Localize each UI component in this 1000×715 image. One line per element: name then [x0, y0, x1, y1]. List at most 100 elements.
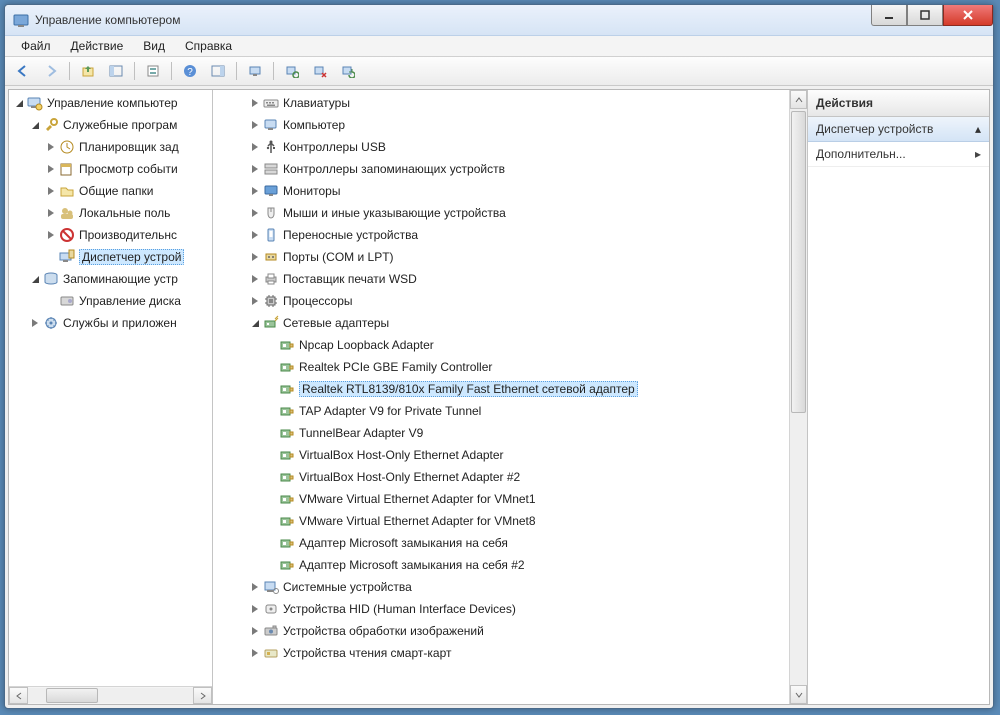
device-category[interactable]: Процессоры [213, 290, 789, 312]
tree-item[interactable]: Диспетчер устрой [9, 246, 212, 268]
expander-open-icon[interactable] [29, 119, 41, 131]
scroll-down-button[interactable] [790, 685, 807, 704]
device-item[interactable]: TAP Adapter V9 for Private Tunnel [213, 400, 789, 422]
menu-file[interactable]: Файл [11, 36, 61, 56]
scroll-left-button[interactable] [9, 687, 28, 704]
device-category[interactable]: Устройства обработки изображений [213, 620, 789, 642]
expander-closed-icon[interactable] [45, 163, 57, 175]
scroll-right-button[interactable] [193, 687, 212, 704]
tree-group-tools[interactable]: Служебные програм [9, 114, 212, 136]
vertical-scrollbar[interactable] [789, 90, 807, 704]
tree-item[interactable]: Управление диска [9, 290, 212, 312]
expander-closed-icon[interactable] [249, 185, 261, 197]
device-category[interactable]: Компьютер [213, 114, 789, 136]
expander-closed-icon[interactable] [249, 207, 261, 219]
expander-closed-icon[interactable] [45, 207, 57, 219]
tree-item[interactable]: Локальные поль [9, 202, 212, 224]
uninstall-device-button[interactable] [307, 59, 333, 83]
tree-item[interactable]: Планировщик зад [9, 136, 212, 158]
device-category[interactable]: Поставщик печати WSD [213, 268, 789, 290]
tree-item[interactable]: Общие папки [9, 180, 212, 202]
expander-closed-icon[interactable] [249, 273, 261, 285]
device-item[interactable]: Npcap Loopback Adapter [213, 334, 789, 356]
menu-view[interactable]: Вид [133, 36, 175, 56]
device-category[interactable]: Устройства чтения смарт-карт [213, 642, 789, 664]
expander-closed-icon[interactable] [249, 229, 261, 241]
device-category[interactable]: Устройства HID (Human Interface Devices) [213, 598, 789, 620]
users-icon [59, 205, 75, 221]
scroll-thumb[interactable] [791, 111, 806, 413]
nav-back-button[interactable] [10, 59, 36, 83]
tree-group-services[interactable]: Службы и приложен [9, 312, 212, 334]
actions-section[interactable]: Диспетчер устройств ▴ [808, 117, 989, 142]
actions-more-link[interactable]: Дополнительн... ▸ [808, 142, 989, 167]
expander-closed-icon[interactable] [249, 119, 261, 131]
expander-closed-icon[interactable] [45, 229, 57, 241]
nic-icon [279, 359, 295, 375]
tree-item[interactable]: Производительнс [9, 224, 212, 246]
expander-none [265, 383, 277, 395]
nic-icon [279, 381, 295, 397]
device-item[interactable]: Realtek RTL8139/810x Family Fast Etherne… [213, 378, 789, 400]
expander-open-icon[interactable] [249, 317, 261, 329]
device-category[interactable]: Порты (COM и LPT) [213, 246, 789, 268]
expander-closed-icon[interactable] [249, 141, 261, 153]
expander-open-icon[interactable] [13, 97, 25, 109]
device-tree[interactable]: Клавиатуры Компьютер Контроллеры USB Кон… [213, 90, 789, 704]
device-item[interactable]: VirtualBox Host-Only Ethernet Adapter [213, 444, 789, 466]
horizontal-scrollbar[interactable] [9, 686, 212, 704]
expander-closed-icon[interactable] [249, 581, 261, 593]
device-category[interactable]: Контроллеры запоминающих устройств [213, 158, 789, 180]
nav-forward-button[interactable] [38, 59, 64, 83]
scroll-track[interactable] [790, 109, 807, 685]
expander-closed-icon[interactable] [249, 251, 261, 263]
menu-action[interactable]: Действие [61, 36, 134, 56]
expander-closed-icon[interactable] [249, 163, 261, 175]
properties-button[interactable] [140, 59, 166, 83]
maximize-button[interactable] [907, 5, 943, 26]
expander-closed-icon[interactable] [249, 97, 261, 109]
scroll-up-button[interactable] [790, 90, 807, 109]
device-category[interactable]: Системные устройства [213, 576, 789, 598]
expander-closed-icon[interactable] [249, 625, 261, 637]
device-item-label: Realtek RTL8139/810x Family Fast Etherne… [299, 381, 638, 397]
up-level-button[interactable] [75, 59, 101, 83]
action-pane-button[interactable] [205, 59, 231, 83]
tree-group-storage[interactable]: Запоминающие устр [9, 268, 212, 290]
update-driver-button[interactable] [335, 59, 361, 83]
device-category[interactable]: Контроллеры USB [213, 136, 789, 158]
expander-closed-icon[interactable] [249, 295, 261, 307]
device-category[interactable]: Клавиатуры [213, 92, 789, 114]
device-category[interactable]: Переносные устройства [213, 224, 789, 246]
tree-item[interactable]: Просмотр событи [9, 158, 212, 180]
scroll-thumb[interactable] [46, 688, 98, 703]
toolbar: ? [5, 57, 993, 86]
scroll-track[interactable] [28, 688, 193, 703]
menu-help[interactable]: Справка [175, 36, 242, 56]
help-button[interactable]: ? [177, 59, 203, 83]
device-item[interactable]: Адаптер Microsoft замыкания на себя #2 [213, 554, 789, 576]
expander-closed-icon[interactable] [45, 141, 57, 153]
scan-hardware-button[interactable] [279, 59, 305, 83]
minimize-button[interactable] [871, 5, 907, 26]
title-bar[interactable]: Управление компьютером [5, 5, 993, 36]
device-item[interactable]: VMware Virtual Ethernet Adapter for VMne… [213, 488, 789, 510]
tree-root[interactable]: Управление компьютер [9, 92, 212, 114]
expander-closed-icon[interactable] [249, 603, 261, 615]
device-item[interactable]: Адаптер Microsoft замыкания на себя [213, 532, 789, 554]
expander-closed-icon[interactable] [45, 185, 57, 197]
expander-closed-icon[interactable] [29, 317, 41, 329]
show-hide-tree-button[interactable] [103, 59, 129, 83]
device-item[interactable]: TunnelBear Adapter V9 [213, 422, 789, 444]
device-category[interactable]: Мыши и иные указывающие устройства [213, 202, 789, 224]
device-view-button[interactable] [242, 59, 268, 83]
device-category-network[interactable]: Сетевые адаптеры [213, 312, 789, 334]
device-item[interactable]: VirtualBox Host-Only Ethernet Adapter #2 [213, 466, 789, 488]
console-tree[interactable]: Управление компьютер Служебные програм П… [9, 90, 212, 686]
expander-open-icon[interactable] [29, 273, 41, 285]
expander-closed-icon[interactable] [249, 647, 261, 659]
device-item[interactable]: Realtek PCIe GBE Family Controller [213, 356, 789, 378]
close-button[interactable] [943, 5, 993, 26]
device-category[interactable]: Мониторы [213, 180, 789, 202]
device-item[interactable]: VMware Virtual Ethernet Adapter for VMne… [213, 510, 789, 532]
